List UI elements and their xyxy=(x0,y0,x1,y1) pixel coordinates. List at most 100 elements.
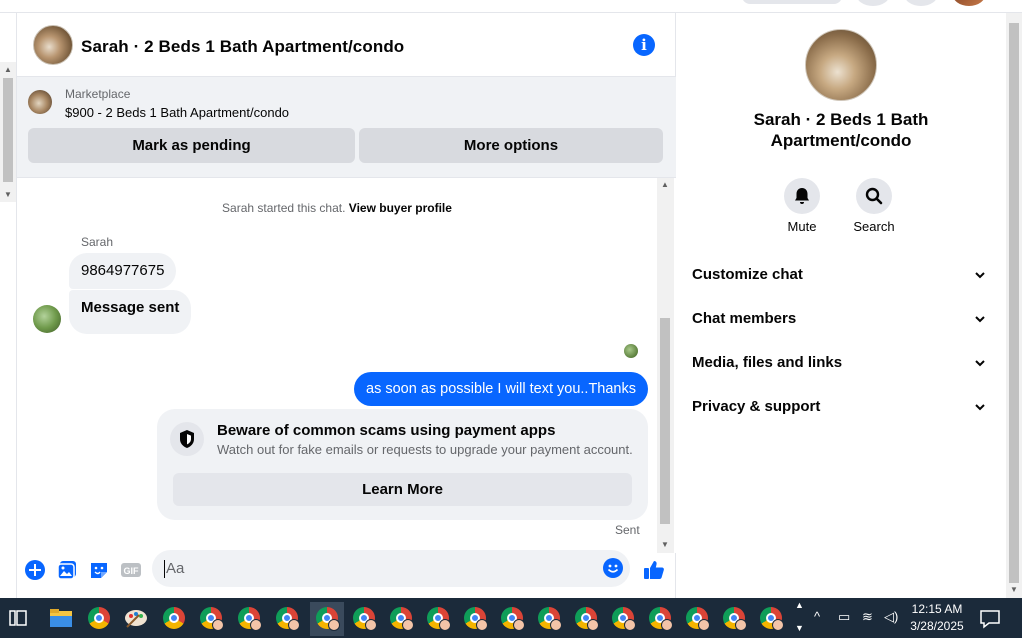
like-icon[interactable] xyxy=(642,558,666,582)
media-files-links-section[interactable]: Media, files and links xyxy=(692,341,992,385)
scam-warning-title: Beware of common scams using payment app… xyxy=(217,422,556,439)
learn-more-button[interactable]: Learn More xyxy=(173,473,632,506)
chat-info-sidebar: Sarah · 2 Beds 1 Bath Apartment/condo Mu… xyxy=(676,13,1006,598)
shield-icon xyxy=(170,422,204,456)
chrome-profile-icon[interactable] xyxy=(682,603,712,633)
chat-header: Sarah · 2 Beds 1 Bath Apartment/condo i xyxy=(17,13,676,77)
clock-date[interactable]: 3/28/2025 xyxy=(897,619,977,633)
chat-panel: Sarah · 2 Beds 1 Bath Apartment/condo i … xyxy=(16,13,676,598)
sidebar-listing-avatar[interactable] xyxy=(805,29,877,101)
message-list[interactable]: Sarah started this chat. View buyer prof… xyxy=(17,178,676,553)
chrome-profile-icon[interactable] xyxy=(196,603,226,633)
mute-label: Mute xyxy=(787,219,817,234)
chrome-profile-icon[interactable] xyxy=(534,603,564,633)
chrome-profile-icon[interactable] xyxy=(756,603,786,633)
info-icon[interactable]: i xyxy=(633,34,655,56)
view-buyer-profile-link[interactable]: View buyer profile xyxy=(349,201,452,215)
marketplace-banner: Marketplace $900 - 2 Beds 1 Bath Apartme… xyxy=(17,77,676,178)
chat-start-text: Sarah started this chat. xyxy=(222,201,346,215)
mark-as-pending-button[interactable]: Mark as pending xyxy=(28,128,355,163)
file-explorer-icon[interactable] xyxy=(46,603,76,633)
emoji-icon[interactable] xyxy=(603,558,623,578)
scrollbar-thumb[interactable] xyxy=(3,78,13,182)
chrome-profile-icon[interactable] xyxy=(423,603,453,633)
chrome-profile-icon[interactable] xyxy=(608,603,638,633)
incoming-message[interactable]: Message sent xyxy=(69,290,192,334)
bell-icon[interactable] xyxy=(784,178,820,214)
taskbar-scroll-down-icon[interactable]: ▼ xyxy=(795,623,804,633)
listing-price-title[interactable]: $900 - 2 Beds 1 Bath Apartment/condo xyxy=(65,105,289,120)
search-action[interactable]: Search xyxy=(839,178,909,234)
paint-icon[interactable] xyxy=(121,603,151,633)
text-caret xyxy=(164,560,165,578)
chrome-icon[interactable] xyxy=(159,603,189,633)
scroll-down-arrow-icon[interactable]: ▼ xyxy=(1006,585,1022,595)
profile-avatar[interactable] xyxy=(952,0,986,6)
battery-icon[interactable]: ▭ xyxy=(838,609,850,625)
chat-scrollbar[interactable]: ▲ ▼ xyxy=(657,178,674,553)
chrome-profile-icon[interactable] xyxy=(571,603,601,633)
messenger-window: ▲ ▼ Sarah · 2 Beds 1 Bath Apartment/cond… xyxy=(0,0,1022,638)
page-scrollbar[interactable]: ▼ xyxy=(1006,13,1022,598)
task-view-icon[interactable] xyxy=(3,603,33,633)
scroll-down-arrow-icon[interactable]: ▼ xyxy=(0,190,16,200)
top-nav-menu-button[interactable] xyxy=(856,0,890,6)
sticker-icon[interactable] xyxy=(88,559,110,581)
scroll-up-arrow-icon[interactable]: ▲ xyxy=(657,180,673,190)
outgoing-message[interactable]: as soon as possible I will text you..Tha… xyxy=(354,372,648,406)
scrollbar-thumb[interactable] xyxy=(660,318,670,524)
sender-avatar[interactable] xyxy=(33,305,61,333)
top-nav-messenger-button[interactable] xyxy=(904,0,938,6)
chrome-profile-icon[interactable] xyxy=(460,603,490,633)
plus-icon[interactable] xyxy=(24,559,46,581)
chat-members-section[interactable]: Chat members xyxy=(692,297,992,341)
show-hidden-icons-icon[interactable]: ^ xyxy=(814,609,820,624)
chat-start-notice: Sarah started this chat. View buyer prof… xyxy=(17,201,657,215)
scam-warning-card: Beware of common scams using payment app… xyxy=(157,409,648,520)
customize-chat-section[interactable]: Customize chat xyxy=(692,253,992,297)
notification-icon[interactable] xyxy=(975,603,1005,633)
mute-action[interactable]: Mute xyxy=(767,178,837,234)
listing-thumbnail[interactable] xyxy=(28,90,52,114)
chrome-icon[interactable] xyxy=(84,603,114,633)
scrollbar-thumb[interactable] xyxy=(1009,23,1019,583)
chrome-profile-icon[interactable] xyxy=(349,603,379,633)
message-input-placeholder: Aa xyxy=(166,560,185,577)
marketplace-label: Marketplace xyxy=(65,87,131,101)
section-label: Chat members xyxy=(692,310,797,327)
incoming-message[interactable]: 9864977675 xyxy=(69,253,177,289)
left-scrollbar[interactable]: ▲ ▼ xyxy=(0,62,16,202)
chrome-profile-icon[interactable] xyxy=(234,603,264,633)
message-input[interactable]: Aa xyxy=(152,550,630,587)
svg-text:GIF: GIF xyxy=(124,566,140,576)
clock-time[interactable]: 12:15 AM xyxy=(897,602,977,616)
photo-icon[interactable] xyxy=(56,559,78,581)
sender-name: Sarah xyxy=(81,235,114,249)
taskbar-scroll-up-icon[interactable]: ▲ xyxy=(795,600,804,610)
gif-icon[interactable]: GIF xyxy=(120,559,142,581)
read-receipt-avatar xyxy=(624,344,638,358)
chrome-profile-icon[interactable] xyxy=(719,603,749,633)
top-nav-pill[interactable] xyxy=(742,0,842,4)
sidebar-title: Sarah · 2 Beds 1 Bath Apartment/condo xyxy=(753,110,929,150)
search-label: Search xyxy=(853,219,895,234)
chat-title[interactable]: Sarah · 2 Beds 1 Bath Apartment/condo xyxy=(81,37,404,57)
chevron-down-icon xyxy=(974,385,986,447)
scam-warning-description: Watch out for fake emails or requests to… xyxy=(217,442,633,457)
section-label: Customize chat xyxy=(692,266,803,283)
scroll-up-arrow-icon[interactable]: ▲ xyxy=(0,65,16,75)
privacy-support-section[interactable]: Privacy & support xyxy=(692,385,992,429)
chrome-profile-icon[interactable] xyxy=(386,603,416,633)
windows-taskbar: ▲ ▼ ^ ▭ ≋ ◁) 12:15 AM 3/28/2025 xyxy=(0,598,1022,638)
wifi-icon[interactable]: ≋ xyxy=(862,609,873,625)
more-options-button[interactable]: More options xyxy=(359,128,663,163)
chrome-profile-icon[interactable] xyxy=(272,603,302,633)
chrome-profile-icon[interactable] xyxy=(312,603,342,633)
message-composer: GIF Aa xyxy=(17,549,676,594)
chrome-profile-icon[interactable] xyxy=(645,603,675,633)
top-nav-strip xyxy=(0,0,1022,13)
search-icon[interactable] xyxy=(856,178,892,214)
section-label: Media, files and links xyxy=(692,354,843,371)
chrome-profile-icon[interactable] xyxy=(497,603,527,633)
listing-avatar[interactable] xyxy=(33,25,73,65)
